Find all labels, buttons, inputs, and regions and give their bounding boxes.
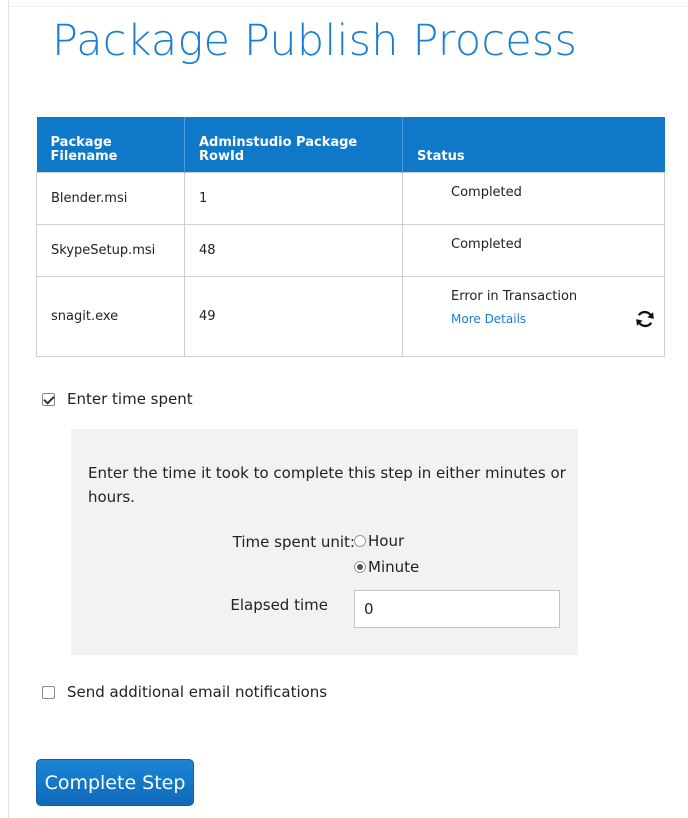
content-frame-top-border xyxy=(8,6,688,7)
cell-status: Completed xyxy=(402,223,665,277)
time-spent-toggle[interactable]: Enter time spent xyxy=(42,390,193,408)
table-row: Blender.msi 1 Completed xyxy=(36,171,665,225)
elapsed-time-input[interactable] xyxy=(354,590,560,628)
radio-minute-button[interactable] xyxy=(354,561,366,573)
status-text: Error in Transaction xyxy=(451,288,578,304)
table-row: snagit.exe 49 Error in Transaction More … xyxy=(36,275,665,357)
column-header-filename: Package Filename xyxy=(36,117,185,172)
time-spent-panel: Enter the time it took to complete this … xyxy=(71,429,578,655)
more-details-link[interactable]: More Details xyxy=(451,312,577,326)
table-row: SkypeSetup.msi 48 Completed xyxy=(36,223,665,277)
elapsed-time-label: Elapsed time xyxy=(230,596,328,614)
email-notifications-label: Send additional email notifications xyxy=(67,683,328,701)
content-frame-border xyxy=(8,0,9,818)
time-spent-checkbox[interactable] xyxy=(42,392,55,406)
cell-rowid: 1 xyxy=(184,171,403,225)
column-header-status: Status xyxy=(402,117,665,172)
cell-filename: snagit.exe xyxy=(36,275,185,357)
radio-hour[interactable]: Hour xyxy=(354,532,404,550)
status-text: Completed xyxy=(451,184,522,200)
complete-step-button[interactable]: Complete Step xyxy=(36,759,194,806)
time-unit-label: Time spent unit: xyxy=(232,533,355,551)
email-notifications-toggle[interactable]: Send additional email notifications xyxy=(42,683,327,701)
radio-hour-label: Hour xyxy=(368,532,405,550)
radio-hour-button[interactable] xyxy=(354,535,366,547)
table-header-row: Package Filename Adminstudio Package Row… xyxy=(36,117,665,172)
column-header-rowid: Adminstudio Package RowId xyxy=(184,117,403,172)
cell-filename: Blender.msi xyxy=(36,171,185,225)
time-spent-checkbox-label: Enter time spent xyxy=(67,390,193,408)
cell-status: Completed xyxy=(402,171,665,225)
email-notifications-checkbox[interactable] xyxy=(42,685,55,699)
cell-rowid: 48 xyxy=(184,223,403,277)
cell-rowid: 49 xyxy=(184,275,403,357)
page-title: Package Publish Process xyxy=(52,16,578,66)
cell-filename: SkypeSetup.msi xyxy=(36,223,185,277)
cell-status: Error in Transaction More Details xyxy=(402,275,665,357)
radio-minute-label: Minute xyxy=(368,558,420,576)
status-text: Completed xyxy=(451,236,522,252)
time-spent-description: Enter the time it took to complete this … xyxy=(88,464,566,506)
refresh-icon[interactable] xyxy=(634,308,656,330)
package-table: Package Filename Adminstudio Package Row… xyxy=(36,117,665,357)
radio-minute[interactable]: Minute xyxy=(354,558,419,576)
